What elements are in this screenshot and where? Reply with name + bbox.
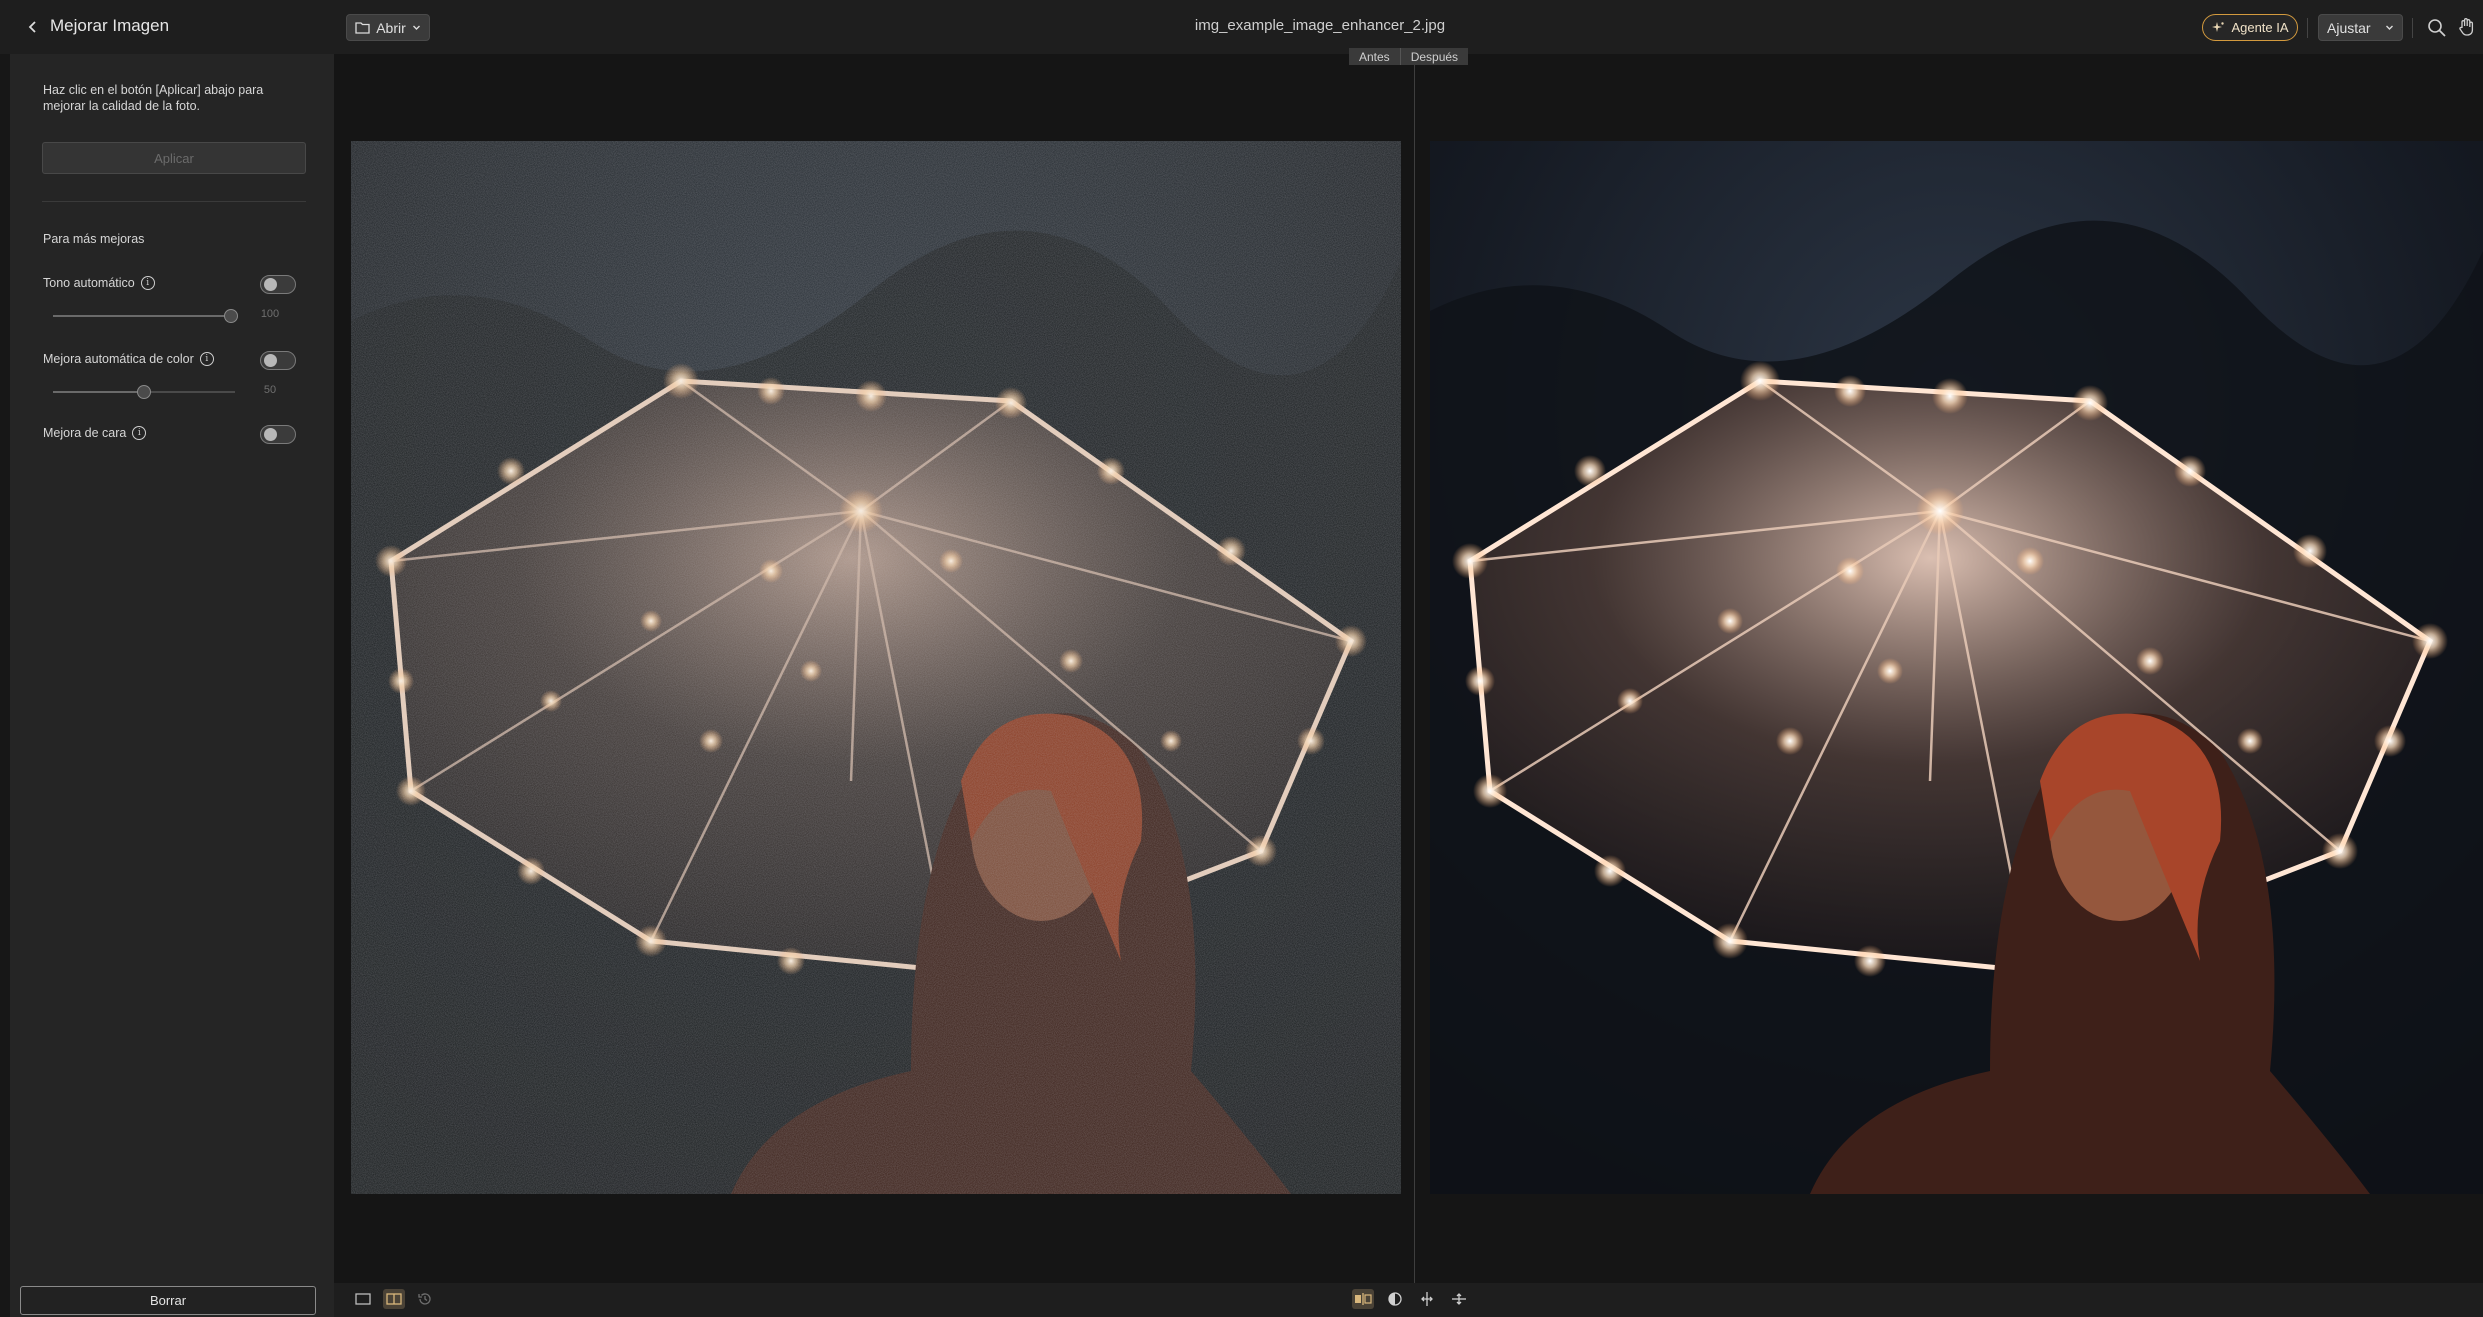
- face-enhance-label-text: Mejora de cara: [43, 426, 127, 440]
- half-compare-icon[interactable]: [1384, 1289, 1406, 1309]
- before-image: [351, 141, 1401, 1194]
- side-by-side-compare-icon[interactable]: [1352, 1289, 1374, 1309]
- chevron-down-icon: [2386, 25, 2393, 30]
- panel-title: Mejorar Imagen: [50, 16, 170, 35]
- ai-agent-label: Agente IA: [2231, 20, 2289, 35]
- clear-button[interactable]: Borrar: [20, 1286, 316, 1315]
- chevron-left-icon: [28, 21, 36, 33]
- auto-color-slider[interactable]: [53, 385, 235, 399]
- after-image: [1430, 141, 2483, 1194]
- apply-hint-text: Haz clic en el botón [Aplicar] abajo par…: [43, 83, 264, 113]
- more-enhancements-heading: Para más mejoras: [43, 232, 145, 246]
- window-edge: [0, 0, 10, 1317]
- after-label: Después: [1399, 48, 1469, 65]
- hand-icon[interactable]: [2455, 15, 2479, 39]
- back-button[interactable]: [20, 14, 46, 40]
- toggle-knob: [264, 428, 277, 441]
- face-enhance-toggle[interactable]: [260, 425, 296, 444]
- enhance-panel: Haz clic en el botón [Aplicar] abajo par…: [10, 54, 334, 1317]
- sparkle-icon: [2212, 21, 2225, 32]
- folder-icon: [355, 22, 370, 34]
- slider-thumb[interactable]: [224, 309, 238, 323]
- slider-fill: [53, 315, 235, 317]
- auto-tone-label-text: Tono automático: [43, 276, 135, 290]
- auto-color-label: Mejora automática de color i: [43, 352, 214, 366]
- top-toolbar: Mejorar Imagen Abrir img_example_image_e…: [0, 0, 2483, 54]
- single-view-icon[interactable]: [352, 1289, 374, 1309]
- slider-fill: [53, 391, 144, 393]
- before-label: Antes: [1349, 48, 1400, 65]
- file-name: img_example_image_enhancer_2.jpg: [1194, 17, 1446, 34]
- auto-color-toggle[interactable]: [260, 351, 296, 370]
- panel-divider: [42, 201, 306, 202]
- toolbar-divider: [2412, 18, 2413, 38]
- open-button[interactable]: Abrir: [346, 14, 430, 41]
- split-view-icon[interactable]: [383, 1289, 405, 1309]
- chevron-down-icon: [412, 25, 420, 30]
- auto-tone-value: 100: [260, 308, 280, 320]
- slider-thumb[interactable]: [137, 385, 151, 399]
- info-icon[interactable]: i: [132, 426, 147, 440]
- auto-tone-toggle[interactable]: [260, 275, 296, 294]
- open-button-label: Abrir: [376, 19, 406, 36]
- toolbar-divider: [2307, 18, 2308, 38]
- auto-color-label-text: Mejora automática de color: [43, 352, 194, 366]
- history-icon[interactable]: [414, 1289, 436, 1309]
- image-canvas[interactable]: Antes Después: [334, 48, 2483, 1283]
- auto-tone-label: Tono automático i: [43, 276, 155, 290]
- auto-color-value: 50: [263, 384, 277, 396]
- vertical-split-icon[interactable]: [1416, 1289, 1438, 1309]
- compare-labels: Antes Después: [1349, 48, 1469, 65]
- bottom-toolbar: [334, 1283, 2483, 1317]
- fit-dropdown-label: Ajustar: [2327, 19, 2371, 36]
- compare-split-line[interactable]: [1414, 54, 1415, 1283]
- info-icon[interactable]: i: [199, 352, 214, 366]
- face-enhance-label: Mejora de cara i: [43, 426, 147, 440]
- fit-dropdown[interactable]: Ajustar: [2318, 14, 2403, 41]
- ai-agent-button[interactable]: Agente IA: [2202, 14, 2298, 41]
- toggle-knob: [264, 278, 277, 291]
- toggle-knob: [264, 354, 277, 367]
- apply-button[interactable]: Aplicar: [42, 142, 306, 174]
- horizontal-split-icon[interactable]: [1448, 1289, 1470, 1309]
- auto-tone-slider[interactable]: [53, 309, 238, 323]
- search-icon[interactable]: [2425, 16, 2449, 40]
- info-icon[interactable]: i: [140, 276, 155, 290]
